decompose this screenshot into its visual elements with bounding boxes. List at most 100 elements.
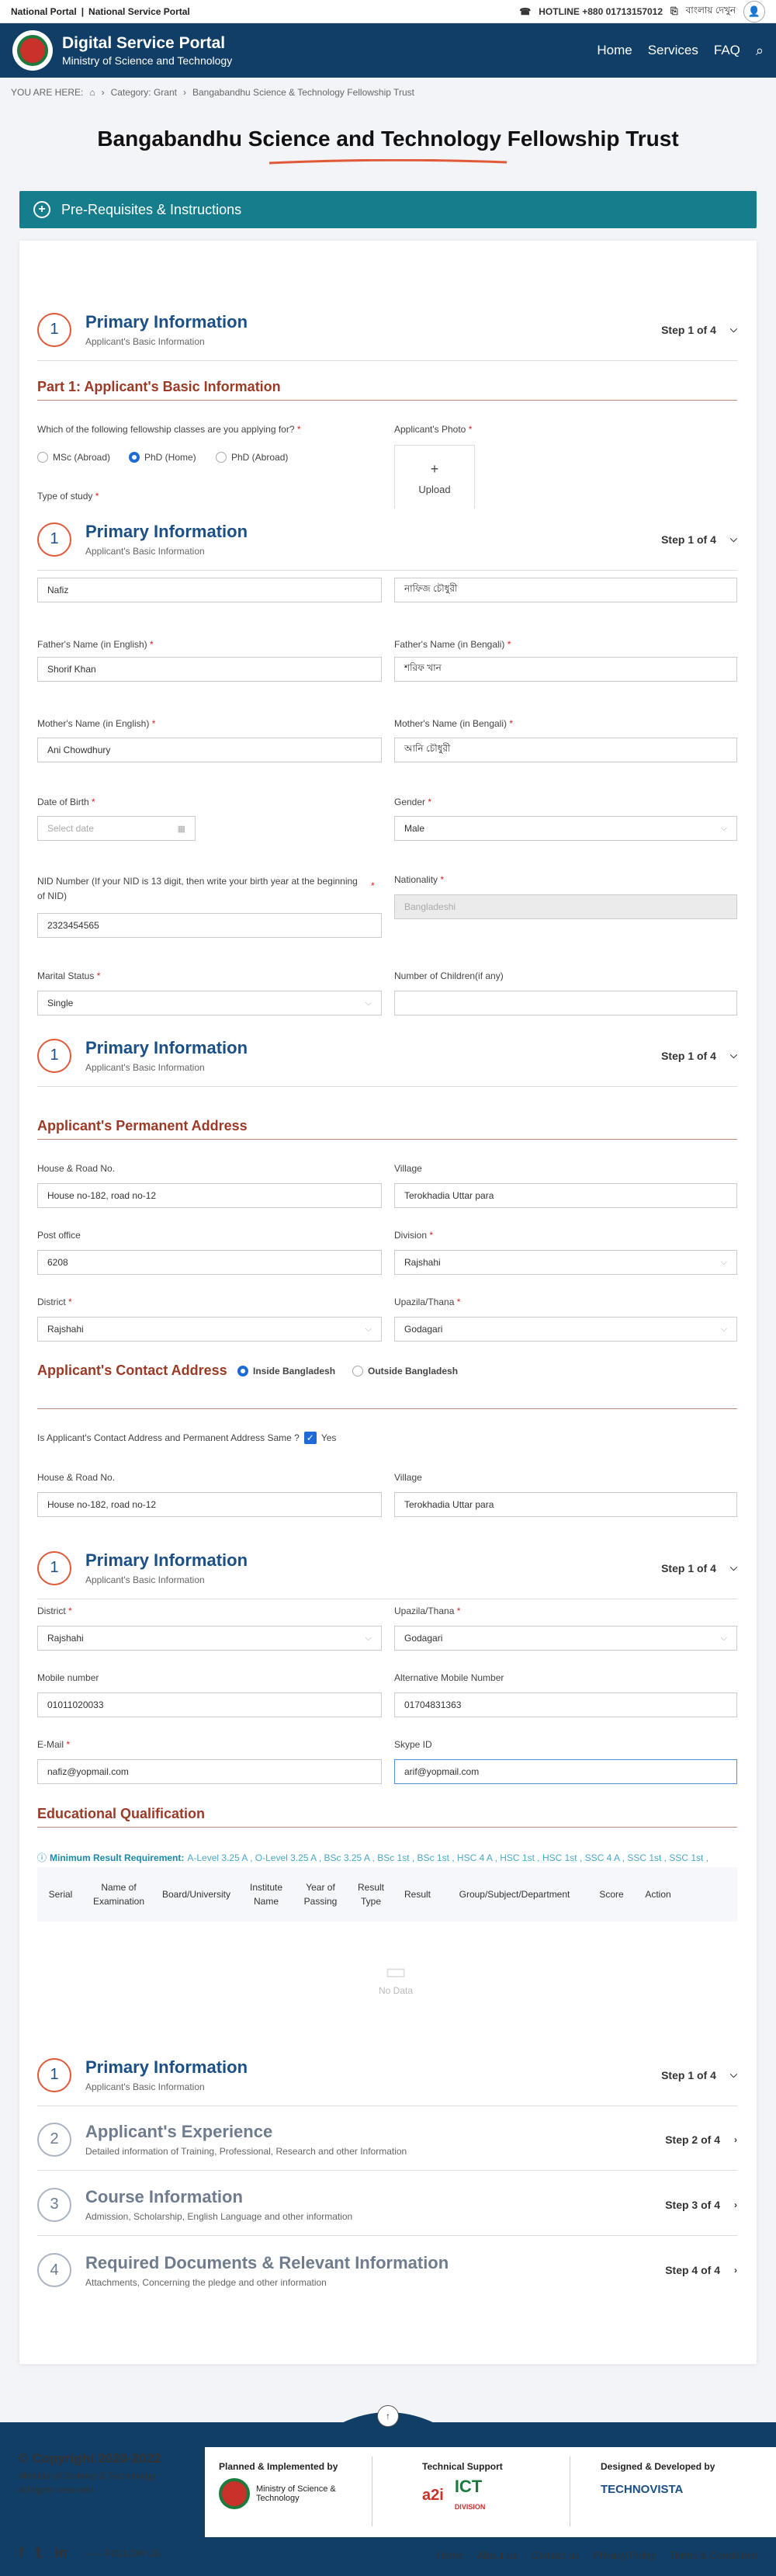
perm-post-input[interactable]: 6208 xyxy=(37,1250,382,1275)
step-2-header[interactable]: 2 Applicant's Experience Detailed informa… xyxy=(37,2109,737,2171)
contact-village-input[interactable]: Terokhadia Uttar para xyxy=(394,1492,737,1517)
step-1-header[interactable]: 1 Primary Information Applicant's Basic I… xyxy=(37,299,737,361)
nationality-input[interactable]: Bangladeshi xyxy=(394,894,737,919)
contact-district-select[interactable]: Rajshahi ⌵ xyxy=(37,1626,382,1651)
nav-faq[interactable]: FAQ xyxy=(714,43,740,58)
skype-input[interactable]: arif@yopmail.com xyxy=(394,1759,737,1784)
same-address-row: Is Applicant's Contact Address and Perma… xyxy=(37,1432,337,1444)
alt-mobile-input[interactable]: 01704831363 xyxy=(394,1692,737,1717)
father-bengali-input[interactable]: শরিফ খান xyxy=(394,657,737,682)
gender-select[interactable]: Male ⌵ xyxy=(394,816,737,841)
ict-division-logo: ICT DIVISION xyxy=(454,2477,486,2511)
chevron-down-icon[interactable]: ⌵ xyxy=(730,1562,737,1574)
step-3-header[interactable]: 3 Course Information Admission, Scholarsh… xyxy=(37,2174,737,2236)
dob-picker[interactable]: Select date ▦ xyxy=(37,816,196,841)
radio-phd-home[interactable]: PhD (Home) xyxy=(129,452,196,463)
perm-house-input[interactable]: House no-182, road no-12 xyxy=(37,1183,382,1208)
perm-division-select[interactable]: Rajshahi ⌵ xyxy=(394,1250,737,1275)
children-label: Number of Children(if any) xyxy=(394,970,504,981)
perm-upazila-select[interactable]: Godagari ⌵ xyxy=(394,1317,737,1342)
step-4-header[interactable]: 4 Required Documents & Relevant Informat… xyxy=(37,2239,737,2301)
chevron-down-icon[interactable]: ⌵ xyxy=(730,533,737,545)
scroll-top-button[interactable]: ↑ xyxy=(377,2405,399,2427)
chevron-down-icon: ⌵ xyxy=(720,1324,727,1334)
same-address-checkbox[interactable]: ✓ xyxy=(303,1432,317,1444)
footer-links: Home About us Contact us Privacy Policy … xyxy=(436,2550,757,2561)
facebook-icon[interactable]: f xyxy=(19,2545,23,2561)
mother-english-input[interactable]: Ani Chowdhury xyxy=(37,738,382,762)
bangla-button[interactable]: বাংলায় দেখুন xyxy=(686,4,736,19)
national-portal-link[interactable]: National Portal xyxy=(11,6,77,17)
linkedin-icon[interactable]: in xyxy=(54,2545,67,2561)
radio-msc-abroad[interactable]: MSc (Abroad) xyxy=(37,452,110,463)
national-service-link[interactable]: National Service Portal xyxy=(88,6,190,17)
empty-box-icon: ▭ xyxy=(384,1959,407,1984)
name-bengali-input[interactable]: নাফিজ চৌধুরী xyxy=(394,578,737,602)
radio-phd-abroad[interactable]: PhD (Abroad) xyxy=(216,452,288,463)
photo-label: Applicant's Photo * xyxy=(394,424,473,435)
mother-bengali-input[interactable]: আনি চৌধুরী xyxy=(394,738,737,762)
chevron-down-icon[interactable]: ⌵ xyxy=(730,2069,737,2081)
chevron-down-icon: ⌵ xyxy=(720,1633,727,1643)
breadcrumb: YOU ARE HERE: ⌂ › Category: Grant › Bangab… xyxy=(11,87,414,98)
chevron-right-icon[interactable]: › xyxy=(734,2265,737,2276)
marital-select[interactable]: Single ⌵ xyxy=(37,991,382,1015)
min-result-requirement: ⓘ Minimum Result Requirement: A-Level 3.… xyxy=(37,1852,709,1864)
home-icon[interactable]: ⌂ xyxy=(89,87,95,98)
portal-title: Digital Service Portal xyxy=(62,34,226,52)
mobile-input[interactable]: 01011020033 xyxy=(37,1692,382,1717)
plus-icon: + xyxy=(430,461,439,477)
contact-heading-row: Applicant's Contact Address Inside Bangl… xyxy=(37,1363,737,1409)
footer-link-terms[interactable]: Terms & Conditions xyxy=(670,2550,757,2561)
part1-heading: Part 1: Applicant's Basic Information xyxy=(37,379,737,401)
breadcrumb-current: Bangabandhu Science & Technology Fellows… xyxy=(192,87,414,98)
portal-subtitle: Ministry of Science and Technology xyxy=(62,54,233,67)
top-bar: National Portal | National Service Portal… xyxy=(0,0,776,23)
step-1-header-sticky-2[interactable]: 1 Primary Information Applicant's Basic I… xyxy=(37,1025,737,1087)
prerequisites-bar[interactable]: + Pre-Requisites & Instructions xyxy=(19,191,757,228)
header: Digital Service Portal Ministry of Scien… xyxy=(0,23,776,78)
chevron-right-icon[interactable]: › xyxy=(734,2199,737,2210)
contact-house-input[interactable]: House no-182, road no-12 xyxy=(37,1492,382,1517)
govt-logo[interactable] xyxy=(12,30,53,71)
nav-services[interactable]: Services xyxy=(648,43,698,58)
radio-outside-bangladesh[interactable]: Outside Bangladesh xyxy=(352,1366,458,1377)
footer-link-about[interactable]: About us xyxy=(477,2550,517,2561)
father-english-input[interactable]: Shorif Khan xyxy=(37,657,382,682)
contact-upazila-select[interactable]: Godagari ⌵ xyxy=(394,1626,737,1651)
user-avatar-icon[interactable]: 👤 xyxy=(743,0,765,23)
perm-village-input[interactable]: Terokhadia Uttar para xyxy=(394,1183,737,1208)
email-input[interactable]: nafiz@yopmail.com xyxy=(37,1759,382,1784)
chevron-down-icon[interactable]: ⌵ xyxy=(730,1050,737,1061)
photo-upload-button[interactable]: + Upload xyxy=(394,445,475,512)
nav-home[interactable]: Home xyxy=(597,43,632,58)
step-1-header-bottom[interactable]: 1 Primary Information Applicant's Basic I… xyxy=(37,2044,737,2106)
radio-inside-bangladesh[interactable]: Inside Bangladesh xyxy=(237,1366,335,1377)
nid-input[interactable]: 2323454565 xyxy=(37,913,382,938)
education-table-header: Serial Name of Examination Board/Univers… xyxy=(37,1867,737,1922)
footer-link-privacy[interactable]: Privacy Policy xyxy=(593,2550,656,2561)
breadcrumb-category[interactable]: Category: Grant xyxy=(111,87,177,98)
step-1-header-sticky[interactable]: 1 Primary Information Applicant's Basic I… xyxy=(37,509,737,571)
fellowship-label: Which of the following fellowship classe… xyxy=(37,424,301,435)
footer-link-contact[interactable]: Contact us xyxy=(531,2550,579,2561)
education-heading: Educational Qualification xyxy=(37,1806,737,1828)
chevron-right-icon[interactable]: › xyxy=(734,2134,737,2145)
plus-circle-icon: + xyxy=(33,201,50,218)
twitter-icon[interactable]: 𝕥 xyxy=(36,2545,42,2561)
chevron-down-icon[interactable]: ⌵ xyxy=(730,324,737,335)
chevron-down-icon: ⌵ xyxy=(365,1633,372,1643)
perm-district-select[interactable]: Rajshahi ⌵ xyxy=(37,1317,382,1342)
footer-link-home[interactable]: Home xyxy=(436,2550,463,2561)
step-1-header-sticky-3[interactable]: 1 Primary Information Applicant's Basic I… xyxy=(37,1537,737,1599)
chevron-down-icon: ⌵ xyxy=(720,1257,727,1267)
search-icon[interactable]: ⌕ xyxy=(756,43,764,59)
name-english-input[interactable]: Nafiz xyxy=(37,578,382,602)
footer-partners: Planned & Implemented by Ministry of Sci… xyxy=(205,2447,776,2537)
chevron-down-icon: ⌵ xyxy=(365,1324,372,1334)
hotline: HOTLINE +880 01713157012 xyxy=(539,5,663,17)
page-title: Bangabandhu Science and Technology Fello… xyxy=(97,127,679,151)
chevron-down-icon: ⌵ xyxy=(720,823,727,833)
children-input[interactable] xyxy=(394,991,737,1015)
permanent-address-heading: Applicant's Permanent Address xyxy=(37,1118,737,1140)
